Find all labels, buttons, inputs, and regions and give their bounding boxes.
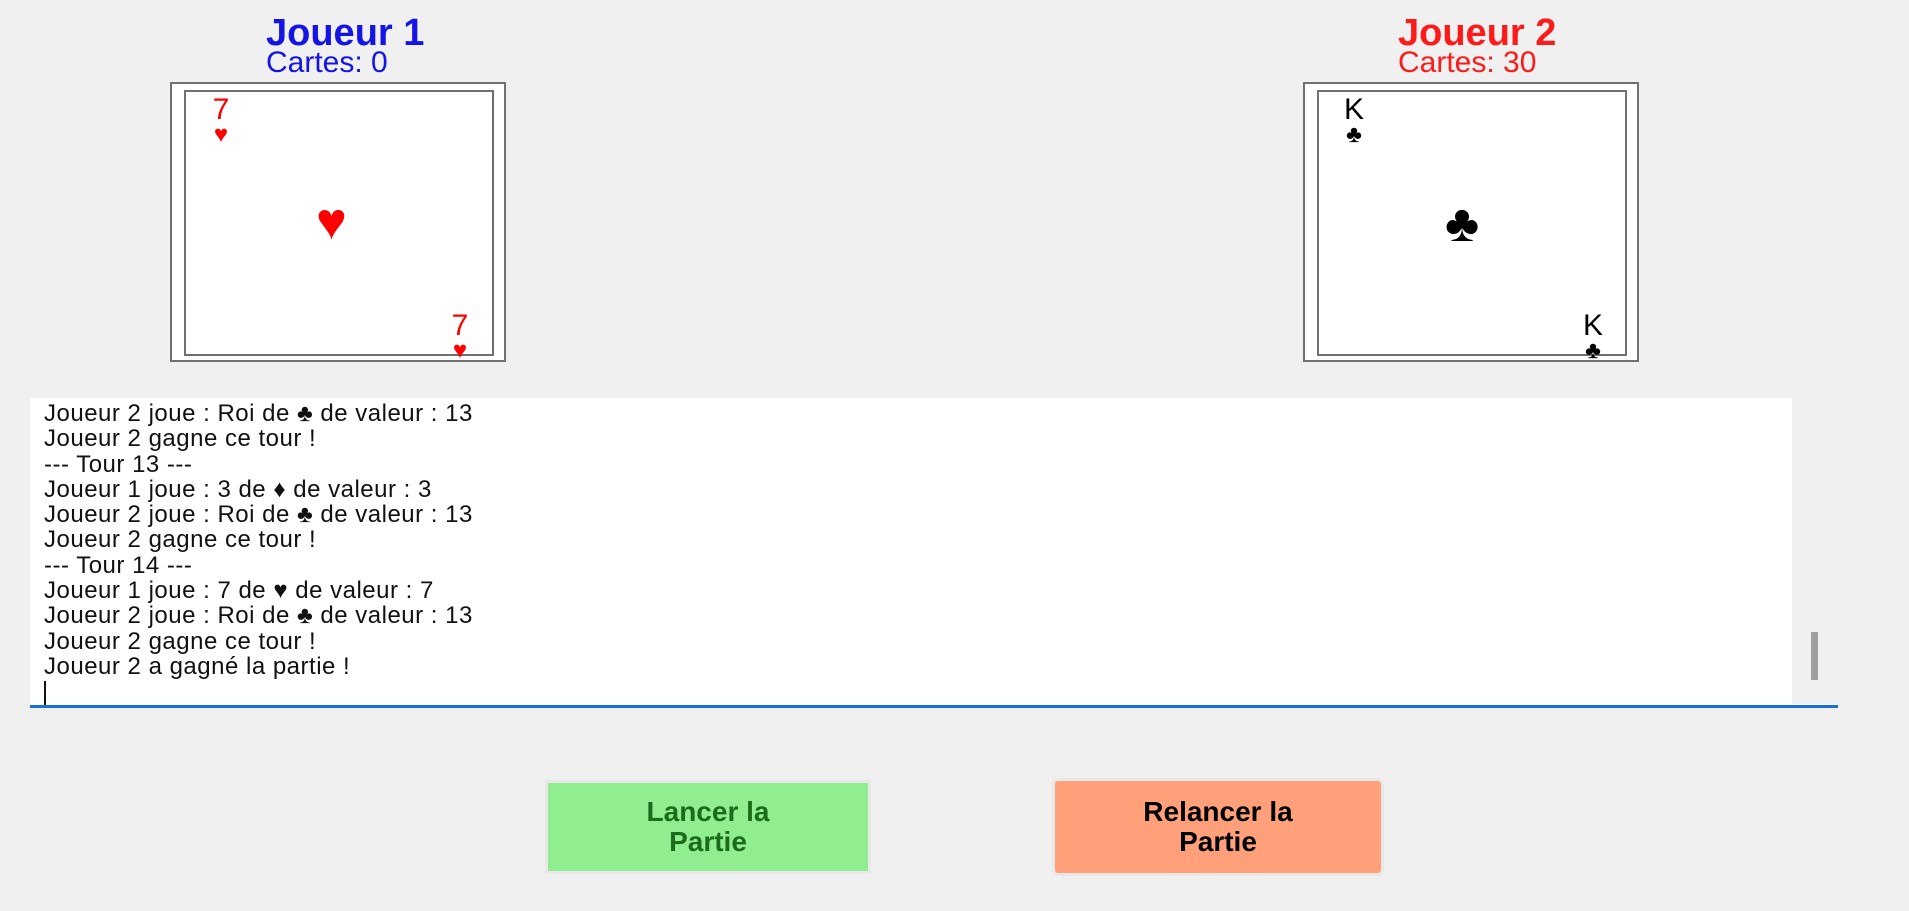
log-line: Joueur 1 joue : 7 de ♥ de valeur : 7	[44, 577, 434, 605]
start-game-label-line2: Partie	[669, 826, 747, 857]
log-line: Joueur 2 gagne ce tour !	[44, 627, 317, 655]
heart-icon: ♥	[213, 121, 229, 148]
card-top-corner: K ♣	[1338, 93, 1370, 148]
log-line: Joueur 2 joue : Roi de ♣ de valeur : 13	[44, 501, 473, 529]
game-log-textarea[interactable]: Joueur 2 joue : Roi de ♣ de valeur : 13 …	[30, 398, 1838, 708]
log-line: Joueur 2 gagne ce tour !	[44, 425, 317, 453]
start-game-label-line1: Lancer la	[646, 796, 770, 827]
text-caret	[44, 679, 473, 705]
log-line: Joueur 2 a gagné la partie !	[44, 652, 351, 680]
player2-card-count: Cartes: 30	[1398, 46, 1537, 79]
card-rank: K	[1343, 93, 1364, 126]
log-line: Joueur 2 joue : Roi de ♣ de valeur : 13	[44, 400, 473, 427]
log-line: --- Tour 13 ---	[44, 450, 193, 478]
restart-game-label-line2: Partie	[1179, 826, 1257, 857]
player1-card-count: Cartes: 0	[266, 46, 388, 79]
start-game-button-label: Lancer la Partie	[647, 797, 770, 857]
club-icon: ♣	[1346, 121, 1362, 148]
card-top-corner: 7 ♥	[205, 93, 237, 148]
club-icon: ♣	[1585, 337, 1601, 364]
player2-card: K ♣ ♣ K ♣	[1303, 82, 1639, 364]
log-line: Joueur 1 joue : 3 de ♦ de valeur : 3	[44, 475, 432, 503]
heart-icon: ♥	[452, 337, 468, 364]
restart-game-button-label: Relancer la Partie	[1143, 797, 1292, 857]
card-rank: 7	[451, 309, 469, 342]
card-bottom-corner: K ♣	[1577, 309, 1609, 364]
club-icon: ♣	[1445, 195, 1480, 253]
log-scrollbar-thumb[interactable]	[1811, 632, 1818, 680]
card-rank: 7	[212, 93, 230, 126]
restart-game-button[interactable]: Relancer la Partie	[1052, 778, 1384, 876]
card-rank: K	[1582, 309, 1603, 342]
heart-icon: ♥	[316, 193, 347, 251]
log-line: --- Tour 14 ---	[44, 551, 193, 579]
restart-game-label-line1: Relancer la	[1143, 796, 1293, 827]
log-line: Joueur 2 gagne ce tour !	[44, 526, 317, 554]
game-log-lines: Joueur 2 joue : Roi de ♣ de valeur : 13 …	[44, 401, 473, 705]
log-line: Joueur 2 joue : Roi de ♣ de valeur : 13	[44, 602, 473, 630]
start-game-button[interactable]: Lancer la Partie	[545, 780, 871, 874]
log-scrollbar[interactable]	[1792, 398, 1838, 704]
player1-card: 7 ♥ ♥ 7 ♥	[170, 82, 506, 364]
card-bottom-corner: 7 ♥	[444, 309, 476, 364]
